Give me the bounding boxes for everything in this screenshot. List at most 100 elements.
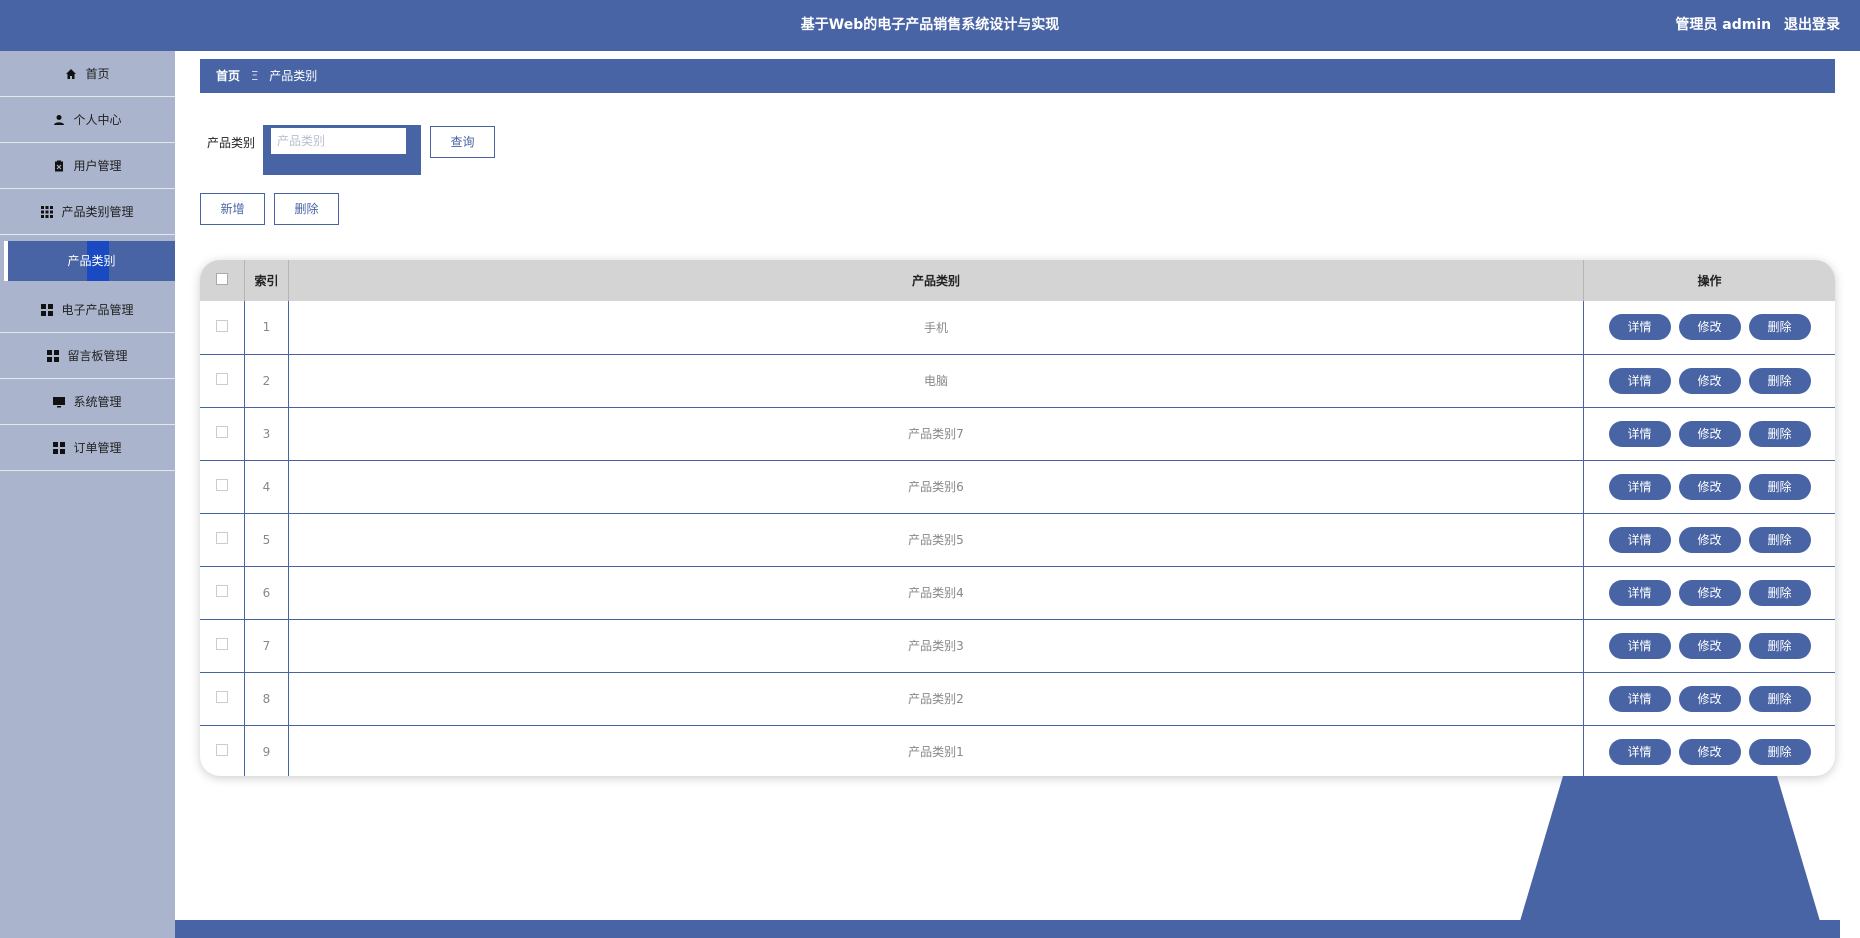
row-operations: 详情 修改 删除 [1583, 671, 1835, 725]
row-index: 9 [244, 724, 289, 776]
row-delete-button[interactable]: 删除 [1748, 314, 1811, 341]
row-select[interactable] [200, 724, 245, 776]
sidebar-item-label: 个人中心 [73, 112, 122, 127]
clipboard-icon [55, 160, 64, 171]
row-operations: 详情 修改 删除 [1583, 618, 1835, 672]
sidebar-item-category-management[interactable]: 产品类别管理 [0, 189, 175, 235]
add-button[interactable]: 新增 [200, 193, 265, 225]
apps-icon [53, 441, 66, 454]
row-delete-button[interactable]: 删除 [1748, 738, 1811, 765]
checkbox[interactable] [216, 319, 228, 332]
row-index: 6 [244, 565, 289, 619]
detail-button[interactable]: 详情 [1608, 738, 1671, 765]
detail-button[interactable]: 详情 [1608, 685, 1671, 712]
edit-button[interactable]: 修改 [1678, 367, 1741, 394]
row-operations: 详情 修改 删除 [1583, 459, 1835, 513]
detail-button[interactable]: 详情 [1608, 632, 1671, 659]
edit-button[interactable]: 修改 [1678, 685, 1741, 712]
checkbox[interactable] [216, 426, 228, 438]
sidebar-item-products[interactable]: 电子产品管理 [0, 287, 175, 333]
detail-button[interactable]: 详情 [1608, 473, 1671, 500]
row-select[interactable] [200, 512, 245, 566]
table-header-row: 索引 产品类别 操作 [200, 260, 1835, 301]
edit-button[interactable]: 修改 [1678, 420, 1741, 447]
sidebar-item-label: 首页 [85, 66, 110, 81]
search-input[interactable] [271, 128, 406, 154]
sidebar-subitem-category[interactable]: 产品类别 [4, 241, 175, 281]
row-select[interactable] [200, 565, 245, 619]
checkbox[interactable] [216, 638, 228, 650]
sidebar-item-users[interactable]: 用户管理 [0, 143, 175, 189]
user-icon [54, 114, 65, 125]
sidebar-item-orders[interactable]: 订单管理 [0, 425, 175, 471]
checkbox[interactable] [216, 744, 228, 757]
row-index: 5 [244, 512, 289, 566]
row-delete-button[interactable]: 删除 [1748, 579, 1811, 606]
breadcrumb-home[interactable]: 首页 [216, 69, 240, 83]
header-operations: 操作 [1697, 274, 1722, 288]
home-icon [66, 68, 77, 79]
logout-link[interactable]: 退出登录 [1784, 17, 1840, 33]
edit-button[interactable]: 修改 [1678, 579, 1741, 606]
checkbox[interactable] [216, 585, 228, 597]
breadcrumb-separator: Ξ [250, 69, 259, 83]
row-category-name: 产品类别4 [288, 565, 1584, 619]
row-select[interactable] [200, 301, 245, 354]
table-row: 8 产品类别2 详情 修改 删除 [200, 671, 1835, 725]
sidebar-item-profile[interactable]: 个人中心 [0, 97, 175, 143]
row-category-name: 手机 [288, 301, 1584, 354]
detail-button[interactable]: 详情 [1608, 526, 1671, 553]
header-index: 索引 [244, 260, 289, 301]
row-operations: 详情 修改 删除 [1583, 406, 1835, 460]
checkbox[interactable] [216, 532, 228, 544]
active-marker [4, 241, 8, 281]
query-button[interactable]: 查询 [430, 126, 495, 158]
edit-button[interactable]: 修改 [1678, 314, 1741, 341]
row-delete-button[interactable]: 删除 [1748, 632, 1811, 659]
delete-button[interactable]: 删除 [274, 193, 339, 225]
row-delete-button[interactable]: 删除 [1748, 526, 1811, 553]
row-select[interactable] [200, 459, 245, 513]
row-select[interactable] [200, 353, 245, 407]
checkbox[interactable] [216, 691, 228, 703]
row-delete-button[interactable]: 删除 [1748, 420, 1811, 447]
row-select[interactable] [200, 671, 245, 725]
edit-button[interactable]: 修改 [1678, 473, 1741, 500]
apps-icon [47, 349, 60, 362]
row-category-name: 产品类别5 [288, 512, 1584, 566]
edit-button[interactable]: 修改 [1678, 632, 1741, 659]
row-index: 3 [244, 406, 289, 460]
header-select-all[interactable] [200, 260, 245, 301]
data-table-card: 索引 产品类别 操作 1 手机 详情 修改 删除 2 电脑 详情 修改 删除 3 产品类别7 详情 修改删… [200, 260, 1835, 776]
row-select[interactable] [200, 618, 245, 672]
row-category-name: 电脑 [288, 353, 1584, 407]
edit-button[interactable]: 修改 [1678, 738, 1741, 765]
top-bar: 基于Web的电子产品销售系统设计与实现 管理员 admin 退出登录 [0, 0, 1860, 51]
sidebar-item-label: 电子产品管理 [61, 302, 134, 317]
row-operations: 详情 修改 删除 [1584, 301, 1836, 354]
table-row: 2 电脑 详情 修改 删除 [200, 353, 1835, 407]
sidebar-item-home[interactable]: 首页 [0, 51, 175, 97]
row-category-name: 产品类别7 [288, 406, 1584, 460]
checkbox[interactable] [216, 273, 228, 285]
sidebar-item-system[interactable]: 系统管理 [0, 379, 175, 425]
breadcrumb-current: 产品类别 [269, 69, 318, 83]
detail-button[interactable]: 详情 [1608, 420, 1671, 447]
table-row: 7 产品类别3 详情 修改 删除 [200, 618, 1835, 672]
footer-gap [1840, 920, 1860, 938]
row-category-name: 产品类别6 [288, 459, 1584, 513]
sidebar-item-label: 产品类别管理 [61, 204, 134, 219]
checkbox[interactable] [216, 479, 228, 491]
detail-button[interactable]: 详情 [1608, 579, 1671, 606]
sidebar-item-message-board[interactable]: 留言板管理 [0, 333, 175, 379]
detail-button[interactable]: 详情 [1608, 314, 1671, 341]
category-table: 索引 产品类别 操作 1 手机 详情 修改 删除 2 电脑 详情 修改 删除 3 产品类别7 详情 修改删… [200, 260, 1835, 776]
row-delete-button[interactable]: 删除 [1748, 473, 1811, 500]
row-delete-button[interactable]: 删除 [1748, 367, 1811, 394]
row-select[interactable] [200, 406, 245, 460]
edit-button[interactable]: 修改 [1678, 526, 1741, 553]
row-delete-button[interactable]: 删除 [1748, 685, 1811, 712]
checkbox[interactable] [216, 373, 228, 385]
detail-button[interactable]: 详情 [1608, 367, 1671, 394]
row-operations: 详情 修改 删除 [1583, 512, 1835, 566]
